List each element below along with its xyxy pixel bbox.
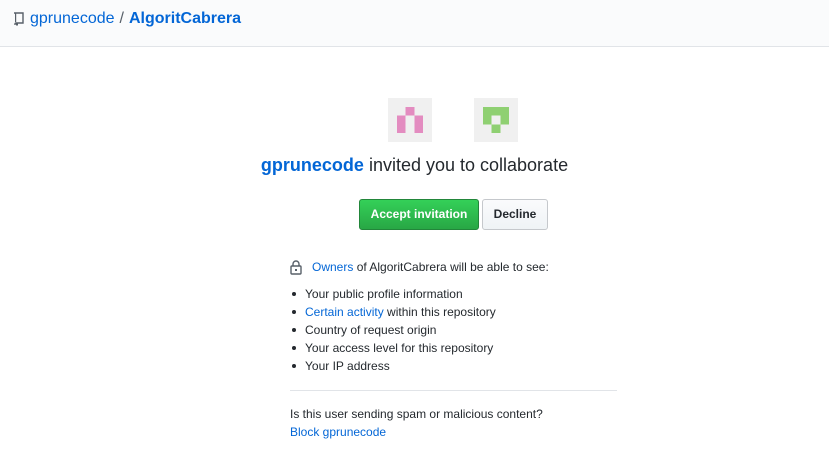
block-user-link[interactable]: Block gprunecode [290,423,386,441]
visible-info-list: Your public profile information Certain … [290,285,496,375]
bullet [292,292,296,296]
breadcrumb-separator: / [119,10,124,27]
list-item-text: Your IP address [305,359,390,373]
owners-text: of AlgoritCabrera will be able to see: [356,260,549,274]
list-item: Country of request origin [290,321,496,339]
bullet [292,346,296,350]
repo-icon [14,12,24,26]
owners-link[interactable]: Owners [312,258,353,276]
list-item-text: Your public profile information [305,287,463,301]
divider [290,390,617,391]
decline-button[interactable]: Decline [482,199,548,230]
list-item-text: Your access level for this repository [305,341,494,355]
breadcrumb: gprunecode / AlgoritCabrera [13,9,241,29]
spam-question: Is this user sending spam or malicious c… [290,407,543,421]
bullet [292,310,296,314]
list-item: Your public profile information [290,285,496,303]
breadcrumb-repo-link[interactable]: AlgoritCabrera [129,9,241,29]
certain-activity-link[interactable]: Certain activity [305,305,384,319]
bullet [292,364,296,368]
repo-header: gprunecode / AlgoritCabrera [0,0,829,47]
list-item-text: Country of request origin [305,323,437,337]
invitation-text: invited you to collaborate [368,155,569,175]
list-item: Your IP address [290,357,496,375]
lock-icon [290,259,302,275]
inviter-link[interactable]: gprunecode [261,155,364,175]
inviter-avatar[interactable] [388,98,432,142]
owners-visibility-note: Owners of AlgoritCabrera will be able to… [290,258,549,276]
list-item-text: within this repository [387,305,496,319]
breadcrumb-owner-link[interactable]: gprunecode [30,9,115,29]
list-item: Your access level for this repository [290,339,496,357]
repo-avatar[interactable] [474,98,518,142]
invitation-headline: gprunecode invited you to collaborate [0,153,829,177]
accept-invitation-button[interactable]: Accept invitation [359,199,479,230]
bullet [292,328,296,332]
list-item: Certain activity within this repository [290,303,496,321]
